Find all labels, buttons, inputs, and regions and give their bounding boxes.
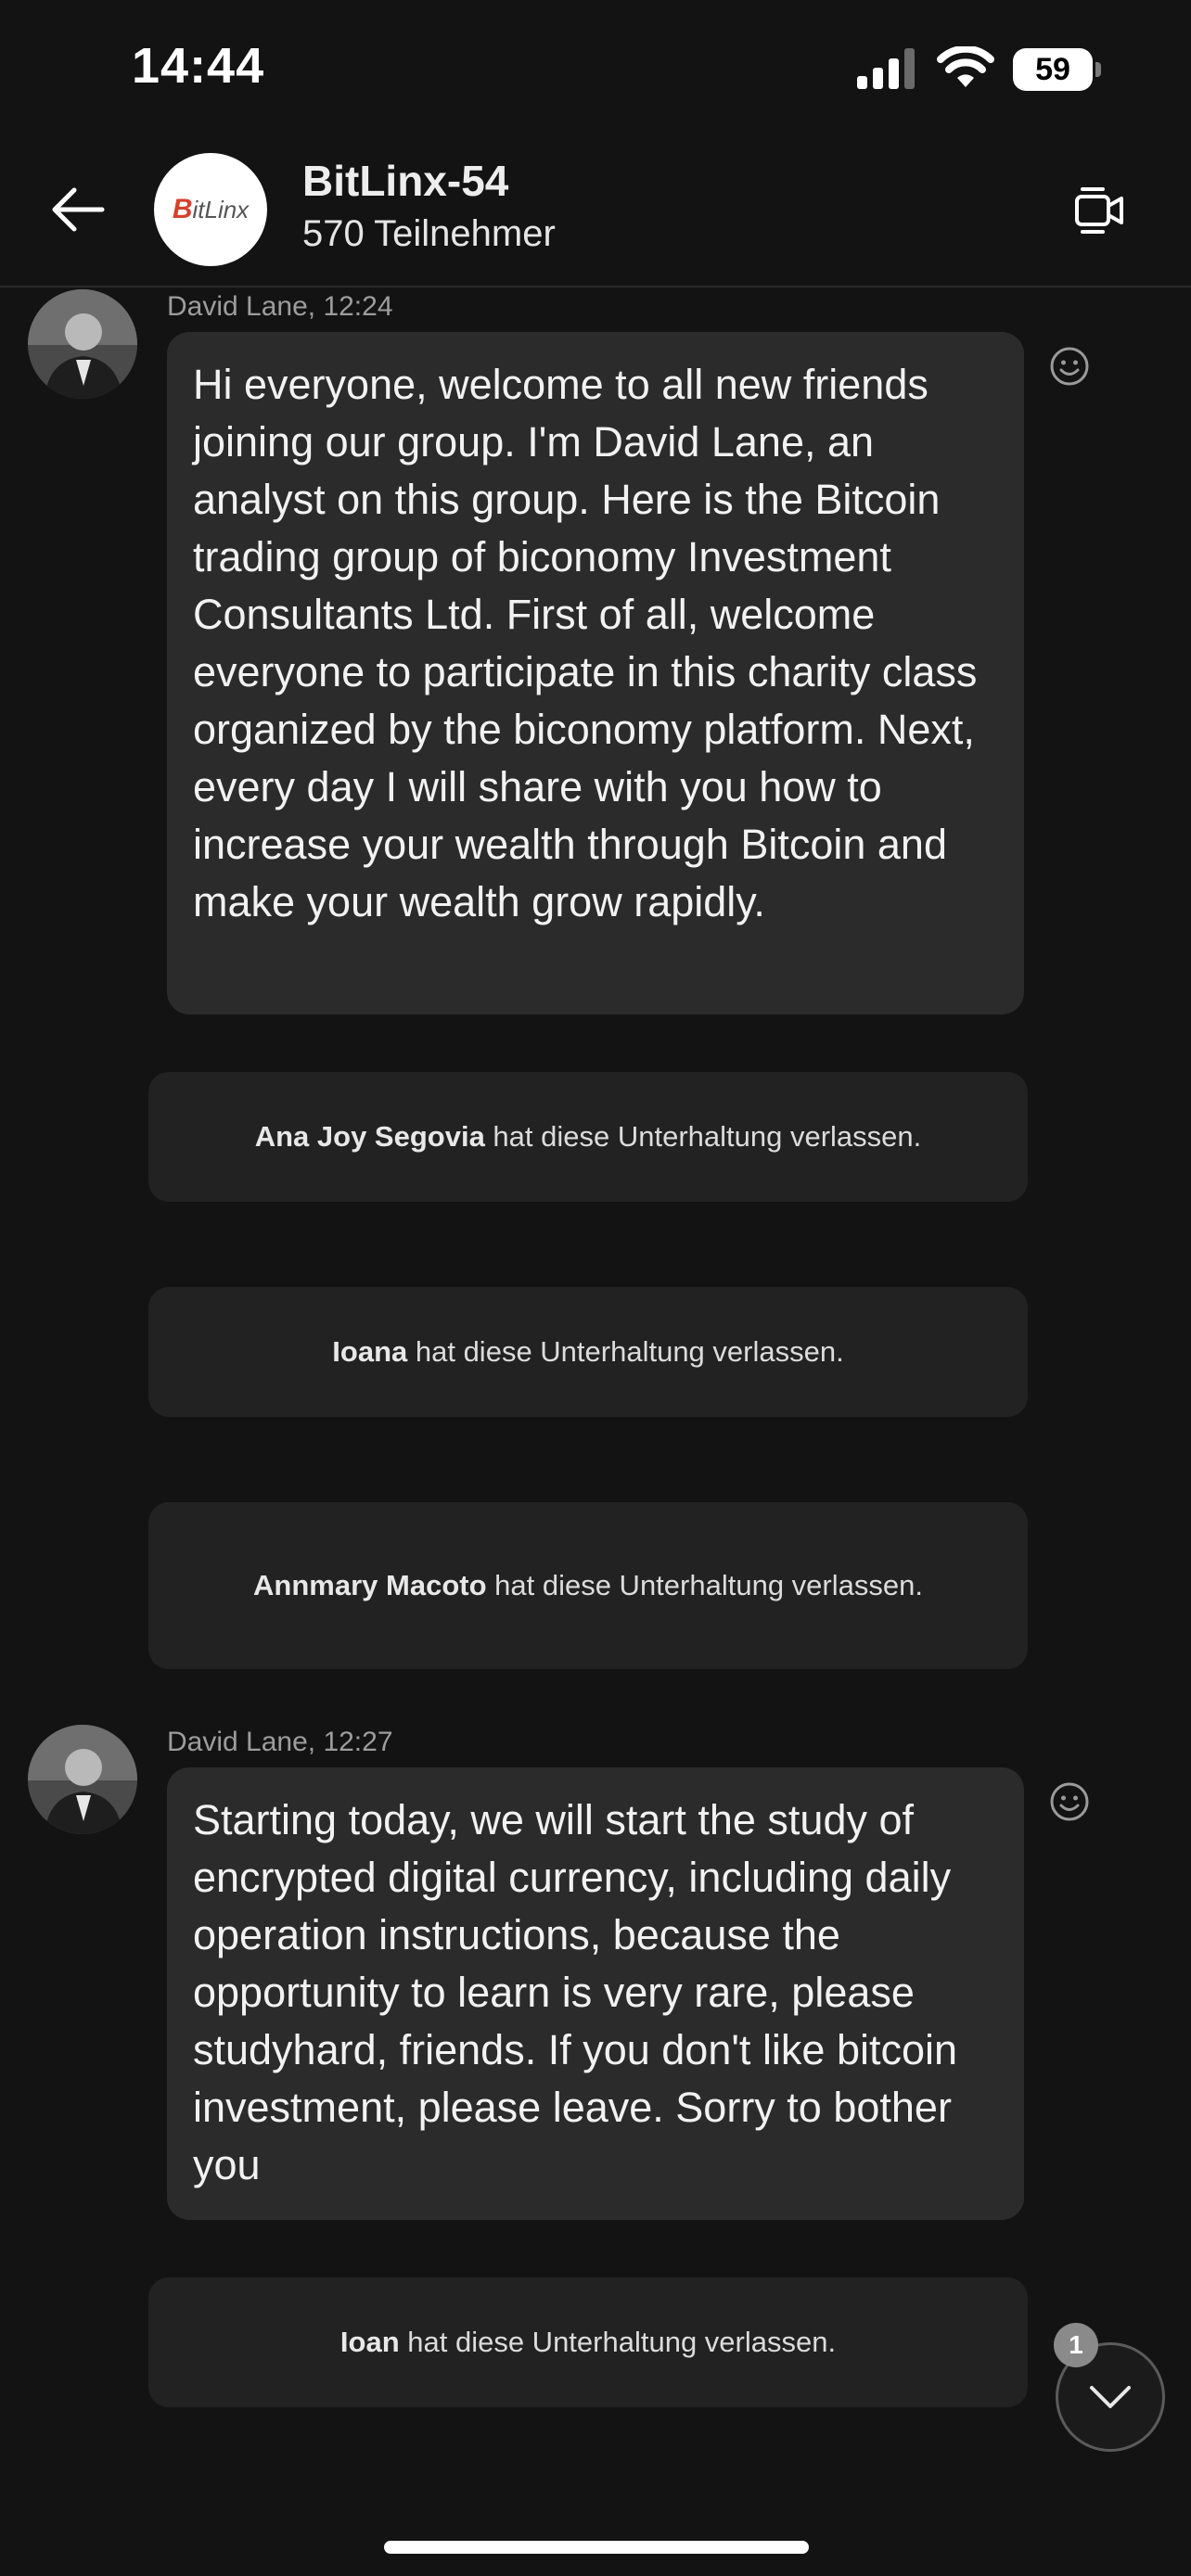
chat-header: BitLinx BitLinx-54 570 Teilnehmer bbox=[0, 139, 1191, 287]
reaction-smiley-icon[interactable] bbox=[1048, 1780, 1091, 1823]
message-sender: David Lane, 12:27 bbox=[167, 1727, 393, 1757]
arrow-left-icon bbox=[52, 187, 105, 232]
group-title[interactable]: BitLinx-54 bbox=[302, 156, 508, 206]
battery-icon: 59 bbox=[1013, 48, 1102, 91]
battery-level: 59 bbox=[1013, 48, 1093, 91]
message-bubble[interactable]: Hi everyone, welcome to all new friends … bbox=[167, 332, 1024, 1014]
participant-count: 570 Teilnehmer bbox=[302, 213, 556, 254]
cellular-signal-icon bbox=[857, 48, 915, 89]
system-notice: Ioana hat diese Unterhaltung verlassen. bbox=[148, 1287, 1028, 1417]
back-button[interactable] bbox=[45, 176, 111, 243]
status-time: 14:44 bbox=[132, 38, 265, 94]
sender-avatar[interactable] bbox=[28, 289, 137, 399]
message-bubble[interactable]: Starting today, we will start the study … bbox=[167, 1767, 1024, 2220]
home-indicator[interactable] bbox=[384, 2541, 809, 2554]
unread-count-badge: 1 bbox=[1054, 2323, 1098, 2367]
video-camera-icon bbox=[1075, 187, 1123, 234]
chevron-down-icon bbox=[1090, 2386, 1131, 2408]
person-photo bbox=[28, 1725, 137, 1834]
system-notice: Annmary Macoto hat diese Unterhaltung ve… bbox=[148, 1502, 1028, 1669]
wifi-icon bbox=[937, 46, 994, 87]
status-bar: 14:44 59 bbox=[0, 0, 1191, 139]
sender-avatar[interactable] bbox=[28, 1725, 137, 1834]
system-notice: Ioan hat diese Unterhaltung verlassen. bbox=[148, 2277, 1028, 2407]
group-avatar[interactable]: BitLinx bbox=[154, 153, 267, 266]
group-logo: BitLinx bbox=[172, 194, 250, 224]
message-sender: David Lane, 12:24 bbox=[167, 291, 393, 322]
video-call-button[interactable] bbox=[1069, 180, 1130, 241]
person-photo bbox=[28, 289, 137, 399]
system-notice: Ana Joy Segovia hat diese Unterhaltung v… bbox=[148, 1072, 1028, 1202]
reaction-smiley-icon[interactable] bbox=[1048, 345, 1091, 388]
